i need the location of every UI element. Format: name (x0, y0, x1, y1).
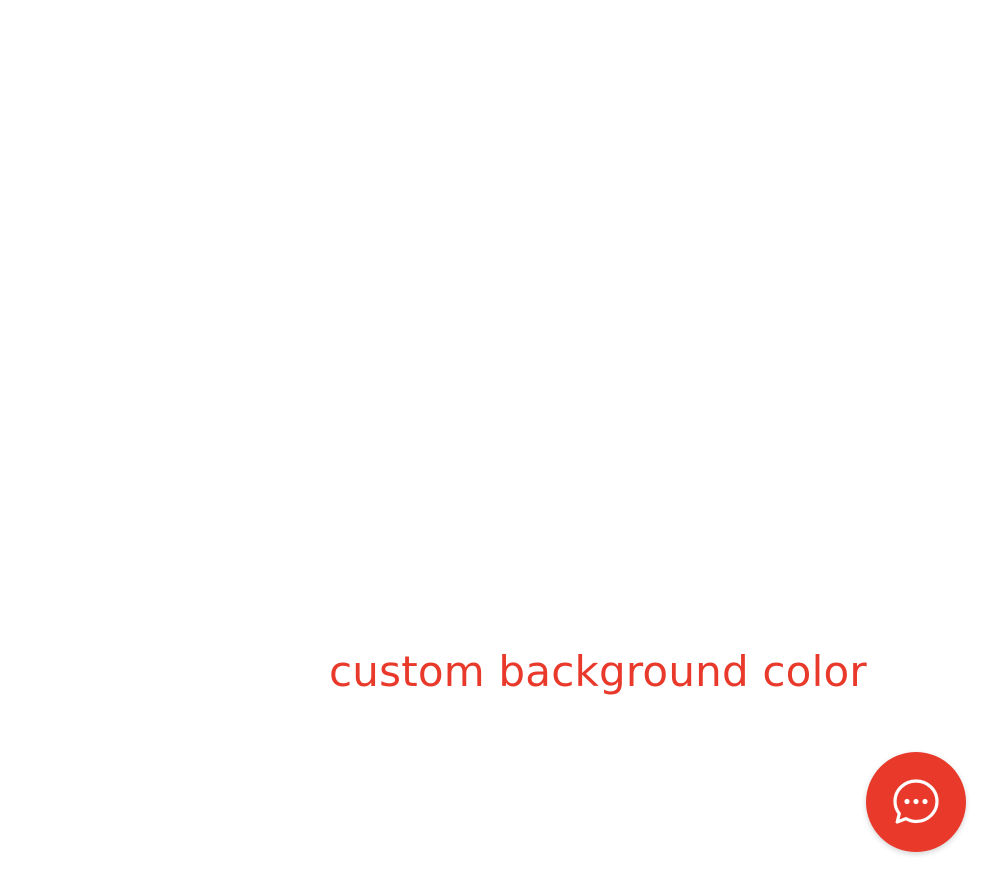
chat-button[interactable] (866, 752, 966, 852)
custom-background-color-label: custom background color (329, 647, 867, 696)
chat-bubble-icon (890, 776, 942, 828)
page: custom background color (0, 0, 1000, 878)
